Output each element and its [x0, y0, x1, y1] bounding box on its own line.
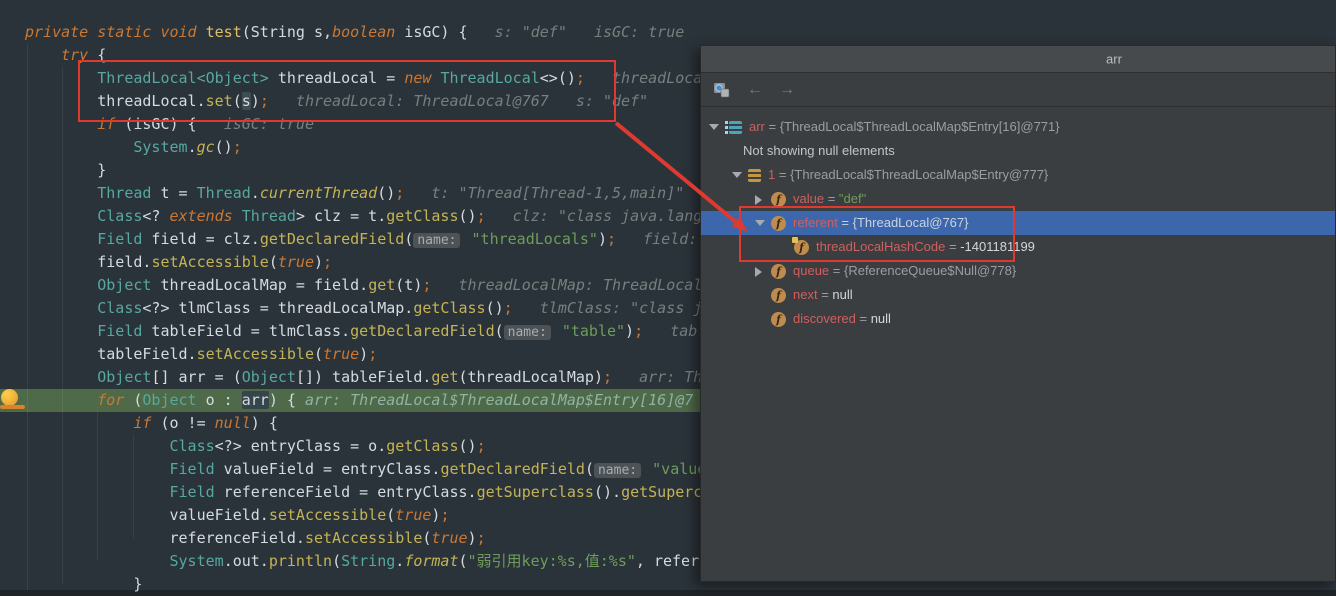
variables-tree: arr = {ThreadLocal$ThreadLocalMap$Entry[… [701, 107, 1335, 331]
field-icon [771, 264, 786, 279]
equals-separator: = [945, 239, 960, 254]
field-icon [771, 192, 786, 207]
tree-row-1[interactable]: 1 = {ThreadLocal$ThreadLocalMap$Entry@77… [701, 163, 1335, 187]
tree-info-text: Not showing null elements [743, 143, 895, 158]
field-icon [771, 216, 786, 231]
field-icon [771, 312, 786, 327]
code-line[interactable]: private static void test(String s,boolea… [0, 21, 1336, 44]
variable-name: queue [793, 263, 829, 278]
indent-guide [27, 44, 28, 590]
tree-row-referent[interactable]: referent = {ThreadLocal@767} [701, 211, 1335, 235]
variable-name: threadLocalHashCode [816, 239, 945, 254]
equals-separator: = [838, 215, 853, 230]
chevron-expanded-icon[interactable] [732, 164, 748, 188]
variable-name: discovered [793, 311, 856, 326]
popup-toolbar: ← → [701, 73, 1335, 107]
equals-separator: = [856, 311, 871, 326]
indent-guide [62, 67, 63, 584]
chevron-collapsed-icon[interactable] [755, 188, 771, 212]
variable-name: referent [793, 215, 838, 230]
tree-row-threadLocalHashCode[interactable]: threadLocalHashCode = -1401181199 [701, 235, 1335, 259]
variable-value: null [871, 311, 891, 326]
variable-value: null [832, 287, 852, 302]
forward-arrow-icon[interactable]: → [779, 82, 795, 98]
tree-row-value[interactable]: value = "def" [701, 187, 1335, 211]
equals-separator: = [775, 167, 790, 182]
chevron-collapsed-icon[interactable] [755, 260, 771, 284]
variable-value: "def" [839, 191, 866, 206]
indent-guide [133, 435, 134, 538]
tree-row-discovered[interactable]: discovered = null [701, 307, 1335, 331]
execution-point-ball-icon [1, 389, 18, 406]
tree-row-next[interactable]: next = null [701, 283, 1335, 307]
popup-title-bar[interactable]: arr [701, 46, 1335, 73]
field-icon [771, 288, 786, 303]
back-arrow-icon[interactable]: ← [747, 82, 763, 98]
variables-popup: arr ← → arr = {ThreadLocal$ThreadLocalMa… [700, 45, 1336, 582]
referring-objects-icon[interactable] [713, 82, 731, 98]
variable-value: {ThreadLocal@767} [853, 215, 969, 230]
variable-name: value [793, 191, 824, 206]
field-final-icon [794, 240, 809, 255]
variable-value: {ThreadLocal$ThreadLocalMap$Entry@777} [790, 167, 1048, 182]
indent-guide [97, 412, 98, 560]
tree-info-row[interactable]: Not showing null elements [701, 139, 1335, 163]
entry-icon [748, 169, 761, 182]
equals-separator: = [818, 287, 833, 302]
execution-point-bar-icon [0, 405, 25, 409]
variable-name: next [793, 287, 818, 302]
variable-value: {ThreadLocal$ThreadLocalMap$Entry[16]@77… [780, 119, 1060, 134]
equals-separator: = [824, 191, 839, 206]
variable-value: {ReferenceQueue$Null@778} [844, 263, 1016, 278]
chevron-expanded-icon[interactable] [709, 116, 725, 140]
tree-row-queue[interactable]: queue = {ReferenceQueue$Null@778} [701, 259, 1335, 283]
equals-separator: = [829, 263, 844, 278]
popup-title: arr [1106, 52, 1122, 67]
variable-name: arr [749, 119, 765, 134]
chevron-expanded-icon[interactable] [755, 212, 771, 236]
execution-point-icon[interactable] [0, 389, 26, 410]
tree-row-arr[interactable]: arr = {ThreadLocal$ThreadLocalMap$Entry[… [701, 115, 1335, 139]
variable-value: -1401181199 [960, 239, 1035, 254]
array-icon [729, 121, 742, 134]
equals-separator: = [765, 119, 780, 134]
